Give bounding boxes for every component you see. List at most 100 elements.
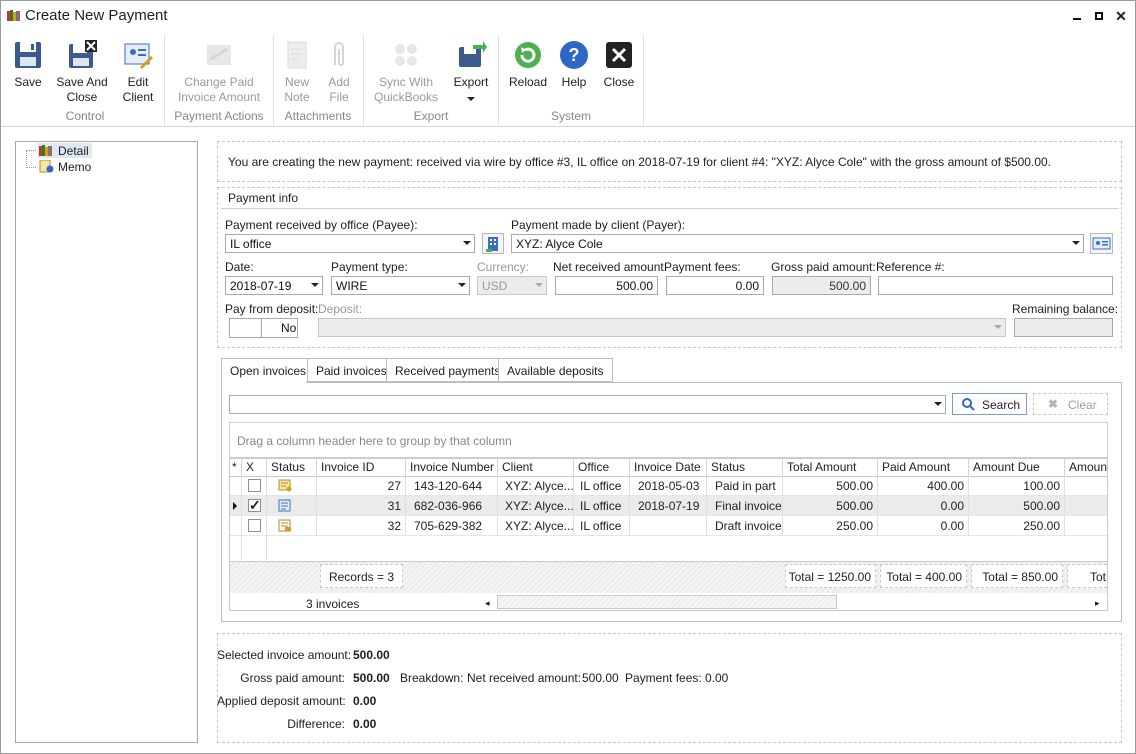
toggle-value: No	[281, 321, 297, 335]
gross-paid-label: Gross paid amount:	[240, 671, 345, 685]
row-indicator	[230, 496, 242, 516]
pay-from-deposit-toggle[interactable]: No	[229, 318, 298, 338]
close-label: Close	[603, 75, 635, 89]
save-button[interactable]: Save	[9, 39, 47, 90]
net-amount-input[interactable]: 500.00	[555, 276, 658, 295]
title-bar: Create New Payment ✕	[1, 1, 1135, 31]
payment-fees-input[interactable]: 0.00	[666, 276, 764, 295]
chevron-down-icon	[1072, 241, 1080, 245]
currency-value: USD	[482, 279, 508, 293]
maximize-button[interactable]	[1091, 8, 1107, 24]
column-header-paid-amount[interactable]: Paid Amount	[878, 458, 969, 476]
minimize-button[interactable]	[1069, 8, 1085, 24]
payment-type-combo[interactable]: WIRE	[331, 276, 470, 295]
draft-invoice-icon	[278, 519, 291, 532]
total-paid-summary: Total = 400.00	[880, 564, 967, 588]
ribbon-separator	[164, 35, 165, 125]
ribbon-toolbar: Save Save And Close Edit Client Control …	[1, 31, 1135, 127]
currency-combo[interactable]: USD	[477, 276, 547, 295]
ribbon-separator	[273, 35, 274, 125]
edit-client-label-1: Edit	[127, 75, 149, 89]
column-header-status-icon[interactable]: Status	[267, 458, 317, 476]
group-control: Control	[65, 109, 105, 123]
row-checkbox[interactable]	[248, 479, 261, 492]
chevron-down-icon	[311, 283, 319, 287]
group-by-panel[interactable]: Drag a column header here to group by th…	[229, 422, 1108, 458]
chevron-down-icon	[934, 402, 942, 406]
help-button[interactable]: ? Help	[557, 39, 591, 90]
reference-input[interactable]	[878, 276, 1113, 295]
save-and-close-button[interactable]: Save And Close	[53, 39, 111, 105]
svg-text:?: ?	[569, 45, 580, 65]
paperclip-icon	[334, 42, 344, 66]
search-button-label: Search	[982, 398, 1021, 412]
save-and-close-label-1: Save And	[56, 75, 108, 89]
close-window-button[interactable]: ✕	[1113, 8, 1129, 24]
pay-from-deposit-label: Pay from deposit:	[225, 302, 319, 316]
status-cell: Final invoice	[707, 496, 783, 516]
tree-connector	[26, 150, 36, 151]
add-file-button[interactable]: Add File	[321, 39, 357, 105]
floppy-disk-icon	[15, 42, 41, 68]
tab-paid-invoices[interactable]: Paid invoices	[307, 358, 396, 382]
edit-client-button[interactable]: Edit Client	[117, 39, 159, 105]
status-cell: Draft invoice	[707, 516, 783, 536]
payee-combo[interactable]: IL office	[225, 234, 475, 253]
close-x-icon	[606, 42, 632, 68]
column-header-invoice-number[interactable]: Invoice Number	[406, 458, 498, 476]
row-indicator	[230, 476, 242, 496]
payment-fees-label: Payment fees:	[664, 260, 741, 274]
column-header-indicator[interactable]: *	[230, 458, 242, 476]
export-icon	[459, 41, 487, 67]
column-header-total-amount[interactable]: Total Amount	[783, 458, 878, 476]
export-button[interactable]: Export	[449, 39, 493, 105]
tab-open-invoices[interactable]: Open invoices	[221, 358, 316, 383]
scroll-right-icon[interactable]: ▸	[1095, 598, 1103, 608]
close-icon: ✕	[1115, 8, 1127, 24]
payer-combo[interactable]: XYZ: Alyce Cole	[511, 234, 1084, 253]
status-cell: Paid in part	[707, 476, 783, 496]
search-input[interactable]	[229, 395, 946, 414]
row-checkbox-checked[interactable]: ✓	[248, 498, 261, 512]
client-card-button[interactable]	[1090, 233, 1113, 254]
status-icon-cell	[267, 476, 317, 496]
sync-label-1: Sync With	[378, 75, 433, 89]
clear-button[interactable]: ✖ Clear	[1033, 393, 1108, 415]
horizontal-scrollbar-thumb[interactable]	[497, 595, 837, 609]
change-paid-amount-button[interactable]: Change Paid Invoice Amount	[171, 39, 267, 105]
office-cell: IL office	[574, 476, 630, 496]
sync-quickbooks-button[interactable]: Sync With QuickBooks	[371, 39, 441, 105]
tab-available-deposits[interactable]: Available deposits	[498, 358, 613, 382]
column-header-client[interactable]: Client	[498, 458, 574, 476]
column-header-amount-due[interactable]: Amount Due	[969, 458, 1065, 476]
row-select-cell[interactable]	[242, 476, 267, 496]
column-header-status[interactable]: Status	[707, 458, 783, 476]
tree-item-memo[interactable]: Memo	[38, 159, 92, 174]
row-checkbox[interactable]	[248, 519, 261, 532]
tab-received-payments[interactable]: Received payments	[386, 358, 510, 382]
currency-label: Currency:	[477, 260, 530, 274]
column-header-amount[interactable]: Amount	[1065, 458, 1107, 476]
add-file-label-2: File	[329, 90, 349, 104]
deposit-combo[interactable]	[318, 318, 1006, 337]
tree-item-detail[interactable]: Detail	[38, 143, 92, 158]
payer-label: Payment made by client (Payer):	[511, 218, 686, 232]
gross-paid-value: 500.00	[353, 671, 390, 685]
new-note-button[interactable]: New Note	[279, 39, 315, 105]
row-select-cell[interactable]: ✓	[242, 496, 267, 516]
column-header-invoice-date[interactable]: Invoice Date	[630, 458, 707, 476]
office-cell: IL office	[574, 516, 630, 536]
close-button[interactable]: Close	[601, 39, 637, 90]
memo-icon	[39, 160, 54, 173]
column-header-invoice-id[interactable]: Invoice ID	[317, 458, 406, 476]
row-select-cell[interactable]	[242, 516, 267, 536]
column-header-office[interactable]: Office	[574, 458, 630, 476]
office-details-button[interactable]	[482, 233, 504, 254]
empty-grid-area	[230, 536, 1107, 560]
scroll-left-icon[interactable]: ◂	[485, 598, 493, 608]
search-button[interactable]: Search	[952, 393, 1027, 415]
column-header-select[interactable]: X	[242, 458, 267, 476]
date-picker[interactable]: 2018-07-19	[225, 276, 323, 295]
reload-button[interactable]: Reload	[507, 39, 549, 90]
invoice-date-cell	[630, 516, 707, 536]
